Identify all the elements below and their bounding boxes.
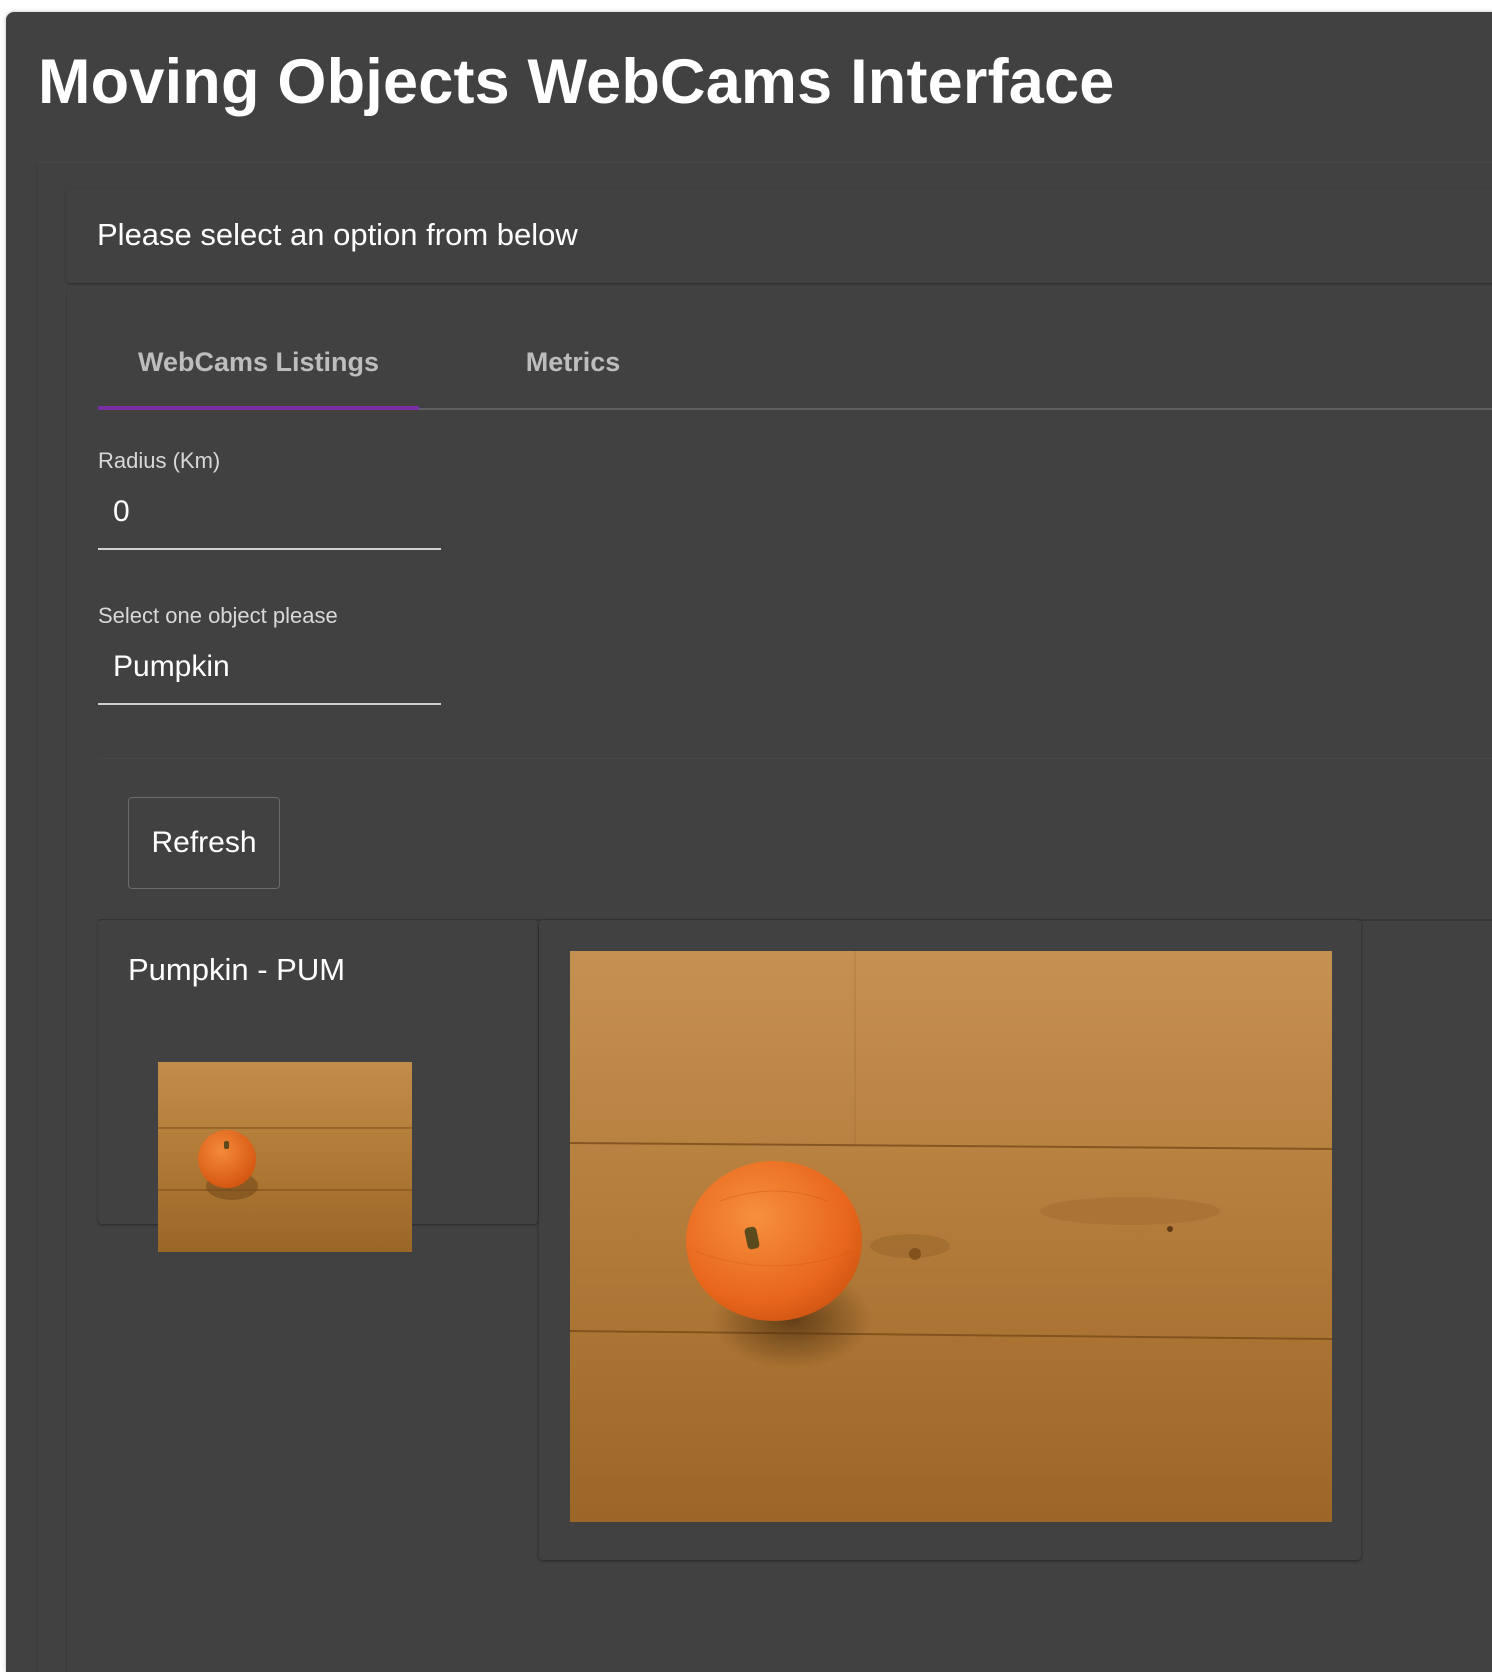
radius-input[interactable]: 0 — [98, 482, 441, 550]
app-window: Moving Objects WebCams Interface Please … — [6, 12, 1492, 1672]
active-tab-indicator — [98, 406, 419, 410]
object-value: Pumpkin — [113, 650, 230, 683]
refresh-button[interactable]: Refresh — [128, 797, 280, 889]
webcam-list-title: Pumpkin - PUM — [128, 952, 346, 987]
radius-value: 0 — [113, 495, 130, 528]
webcam-thumbnail[interactable] — [158, 1062, 412, 1252]
app-title: Moving Objects WebCams Interface — [38, 47, 1115, 117]
refresh-area: Refresh — [98, 758, 1492, 921]
tab-metrics[interactable]: Metrics — [419, 316, 727, 408]
content-card: WebCams Listings Metrics Radius (Km) 0 S… — [66, 292, 1492, 1672]
webcam-preview-card — [539, 920, 1361, 1560]
prompt-card: Please select an option from below — [66, 189, 1492, 283]
prompt-text: Please select an option from below — [97, 217, 578, 252]
tab-webcams-listings[interactable]: WebCams Listings — [98, 316, 419, 408]
radius-label: Radius (Km) — [98, 448, 221, 473]
tab-bar: WebCams Listings Metrics — [98, 316, 1492, 410]
object-label: Select one object please — [98, 603, 338, 628]
webcam-preview-image[interactable] — [570, 951, 1332, 1522]
object-select[interactable]: Pumpkin — [98, 637, 441, 705]
